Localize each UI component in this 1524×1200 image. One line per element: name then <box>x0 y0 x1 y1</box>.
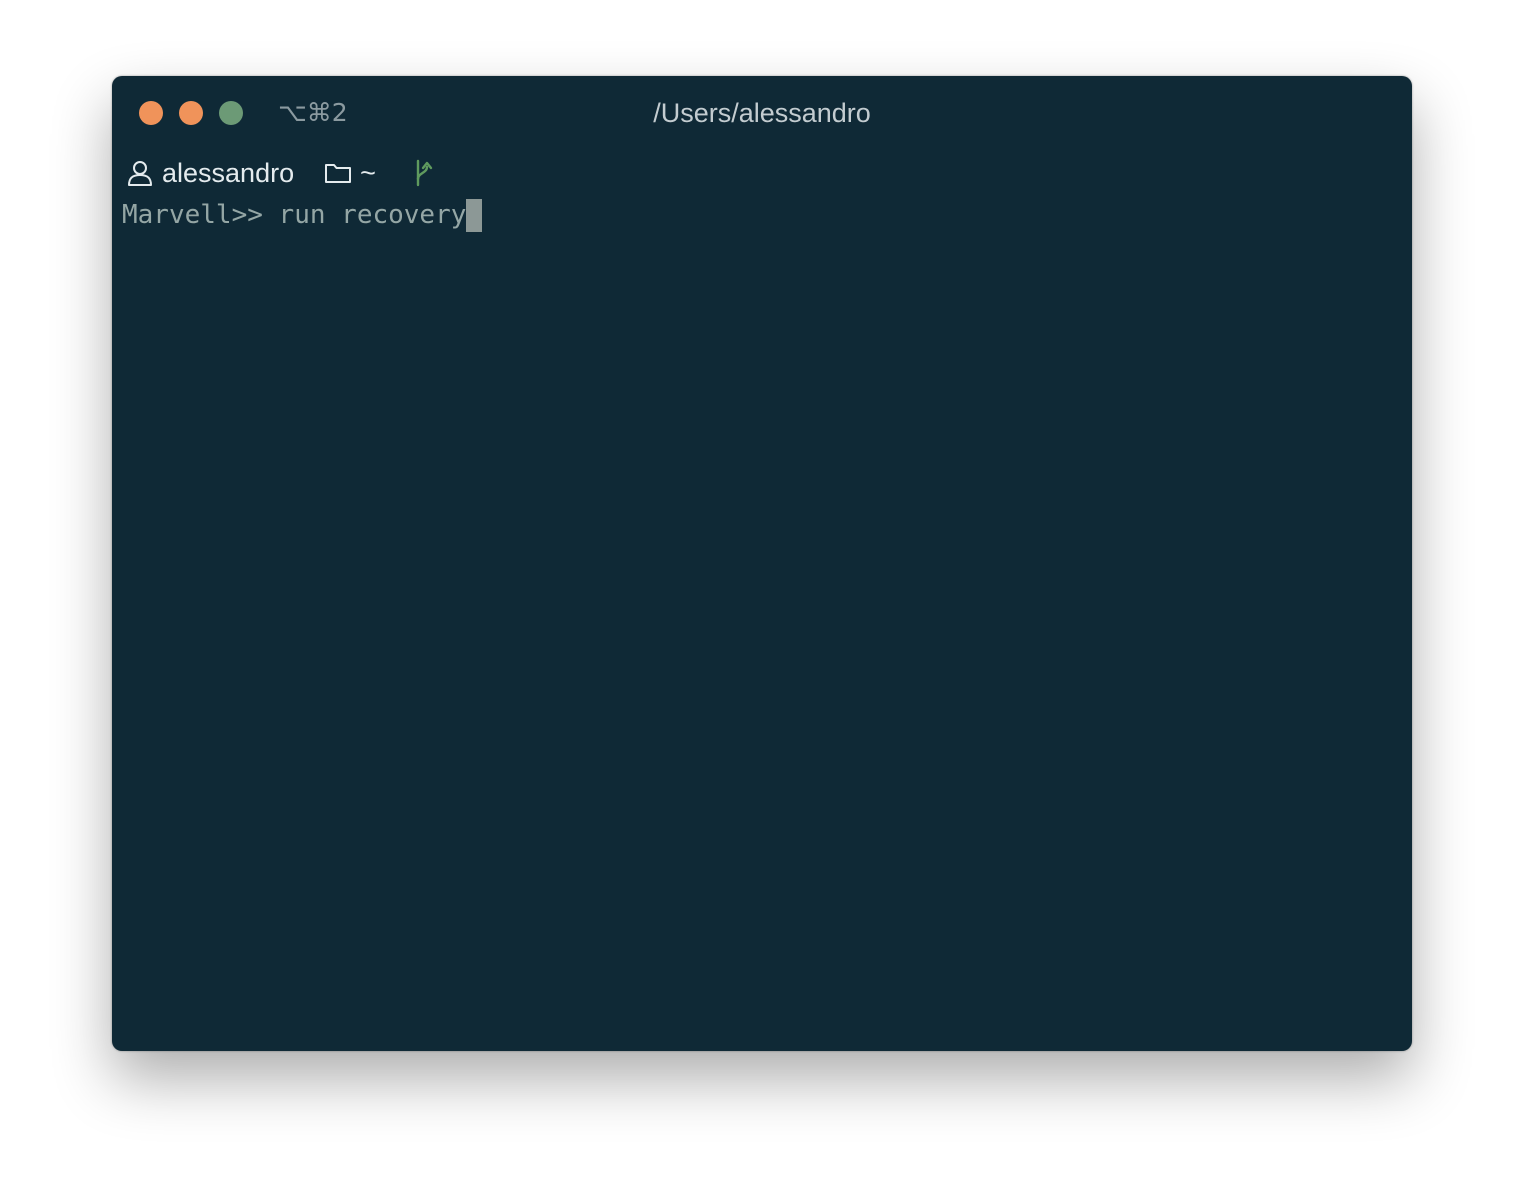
statusline-directory-label: ~ <box>360 157 376 188</box>
title-bar[interactable]: ⌥⌘2 /Users/alessandro <box>112 76 1412 152</box>
statusline-user: alessandro <box>126 158 294 189</box>
terminal-window[interactable]: ⌥⌘2 /Users/alessandro alessandro ~ Marve… <box>112 76 1412 1051</box>
typed-command: run recovery <box>278 200 467 230</box>
screen: ⌥⌘2 /Users/alessandro alessandro ~ Marve… <box>0 0 1524 1200</box>
prompt-statusline: alessandro ~ <box>126 156 434 190</box>
shell-prompt: Marvell>> <box>122 200 279 230</box>
git-branch-icon <box>412 159 434 187</box>
window-title: /Users/alessandro <box>653 98 871 128</box>
folder-icon <box>324 159 352 187</box>
statusline-user-label: alessandro <box>162 157 295 188</box>
user-icon <box>126 159 154 187</box>
text-cursor <box>466 198 483 232</box>
statusline-directory: ~ <box>324 158 376 189</box>
terminal-input-line[interactable]: Marvell>> run recovery <box>122 197 483 233</box>
statusline-git <box>412 159 434 187</box>
